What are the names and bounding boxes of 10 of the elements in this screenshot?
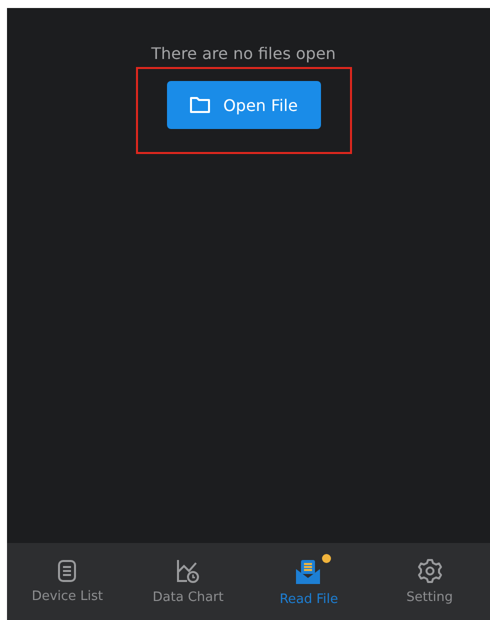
nav-tab[interactable]: Data Chart xyxy=(128,543,248,620)
list-icon xyxy=(57,559,78,583)
chart-icon xyxy=(175,558,202,584)
settings-icon xyxy=(416,558,443,584)
open-file-button[interactable]: Open File xyxy=(166,81,320,129)
nav-tab[interactable]: Device List xyxy=(7,543,128,620)
nav-tab[interactable]: Read File xyxy=(248,543,370,620)
empty-message: There are no files open xyxy=(151,44,336,63)
nav-tab[interactable]: Setting xyxy=(369,543,490,620)
folder-icon xyxy=(189,96,212,114)
